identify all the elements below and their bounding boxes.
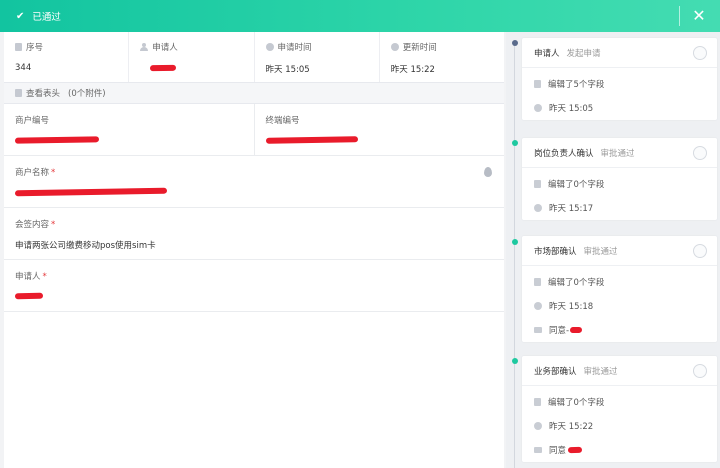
timeline-line (514, 42, 515, 468)
step-status: 审批通过 (583, 366, 618, 377)
sign-content-row: 会签内容 * 申请两张公司缴费移动pos使用sim卡 (4, 208, 504, 260)
applicant-value (140, 63, 242, 75)
document-icon (534, 180, 541, 188)
close-icon[interactable]: ✕ (690, 6, 708, 26)
merchant-no-label: 商户编号 (15, 116, 50, 126)
applicant-cell: 申请人 (129, 32, 255, 82)
clock-icon (534, 104, 542, 112)
document-icon (534, 278, 541, 286)
redaction-mark (570, 326, 583, 334)
step-time: 昨天 15:22 (549, 422, 594, 432)
clock-icon (534, 204, 542, 212)
form-panel: 序号 344 申请人 申请时间 昨天 15:05 更新时间 昨天 15:22 查… (4, 32, 504, 468)
document-icon (15, 43, 22, 51)
serial-value: 344 (15, 63, 32, 73)
required-mark: * (51, 220, 56, 230)
avatar[interactable] (693, 244, 707, 258)
step-comment: 同意- (549, 326, 570, 336)
step-name: 市场部确认 (534, 246, 577, 257)
update-time-cell: 更新时间 昨天 15:22 (380, 32, 504, 82)
avatar[interactable] (693, 46, 707, 60)
attachment-count: (0个附件) (68, 89, 106, 99)
sign-content-label: 会签内容 (15, 220, 50, 230)
applicant-row: 申请人 * (4, 260, 504, 312)
required-mark: * (42, 272, 47, 282)
merchant-no-value (14, 135, 243, 147)
redaction-mark (567, 446, 583, 454)
applicant-field-label: 申请人 (15, 272, 41, 282)
serial-cell: 序号 344 (4, 32, 130, 82)
update-time-value: 昨天 15:22 (390, 65, 435, 75)
step-status: 审批通过 (583, 246, 618, 257)
document-icon (15, 89, 22, 97)
clock-icon (265, 43, 274, 51)
timeline-dot (512, 140, 518, 146)
step-time: 昨天 15:18 (549, 302, 594, 312)
status-title: 已通过 (32, 12, 61, 23)
terminal-no-value (265, 135, 494, 147)
merchant-name-label: 商户名称 (15, 168, 50, 178)
status-header: ✔ 已通过 ✕ (0, 0, 720, 32)
step-time: 昨天 15:17 (549, 204, 594, 214)
step-name: 申请人 (534, 48, 560, 59)
redaction-mark (14, 187, 168, 196)
redaction-mark (14, 135, 100, 144)
timeline-dot (512, 40, 518, 46)
redaction-mark (150, 64, 177, 71)
merchant-name-row: 商户名称 * (4, 156, 504, 208)
required-mark: * (51, 168, 56, 178)
step-name: 业务部确认 (534, 366, 577, 377)
edited-fields: 编辑了0个字段 (548, 278, 605, 288)
edited-fields: 编辑了0个字段 (548, 398, 605, 408)
avatar[interactable] (693, 146, 707, 160)
terminal-no-label: 终端编号 (265, 116, 300, 126)
user-icon (140, 43, 149, 51)
apply-time-label: 申请时间 (277, 43, 312, 53)
timeline-card: 业务部确认 审批通过 编辑了0个字段 昨天 15:22 同意 (522, 356, 717, 462)
clock-icon (534, 302, 542, 310)
timeline-dot (512, 358, 518, 364)
avatar[interactable] (693, 364, 707, 378)
apply-time-value: 昨天 15:05 (265, 65, 310, 75)
meta-info-row: 序号 344 申请人 申请时间 昨天 15:05 更新时间 昨天 15:22 (4, 32, 504, 83)
water-drop-icon (484, 167, 492, 177)
redaction-mark (265, 135, 358, 144)
apply-time-cell: 申请时间 昨天 15:05 (255, 32, 380, 82)
timeline-card: 申请人 发起申请 编辑了5个字段 昨天 15:05 (522, 38, 717, 120)
header-divider (679, 6, 680, 26)
step-comment: 同意 (549, 446, 567, 456)
comment-icon (534, 327, 542, 333)
serial-label: 序号 (26, 43, 44, 53)
timeline-card: 市场部确认 审批通过 编辑了0个字段 昨天 15:18 同意- (522, 236, 717, 342)
sign-content-value: 申请两张公司缴费移动pos使用sim卡 (15, 241, 156, 251)
terminal-no-field: 终端编号 (253, 104, 505, 155)
clock-icon (390, 43, 399, 51)
clock-icon (534, 422, 542, 430)
step-time: 昨天 15:05 (549, 104, 594, 114)
merchant-no-field: 商户编号 (4, 104, 254, 155)
merchant-name-value (14, 187, 493, 199)
step-status: 发起申请 (566, 48, 601, 59)
comment-icon (534, 447, 542, 453)
attachment-label[interactable]: 查看表头 (26, 87, 60, 99)
document-icon (534, 398, 541, 406)
timeline-card: 岗位负责人确认 审批通过 编辑了0个字段 昨天 15:17 (522, 138, 717, 220)
merchant-name-field: 商户名称 * (4, 156, 504, 207)
timeline-dot (512, 239, 518, 245)
applicant-field: 申请人 * (4, 260, 504, 311)
applicant-label: 申请人 (152, 43, 178, 53)
attachment-bar[interactable]: 查看表头 (0个附件) (4, 83, 504, 104)
redaction-mark (14, 292, 44, 299)
approval-timeline: 申请人 发起申请 编辑了5个字段 昨天 15:05 岗位负责人确认 审批通过 编… (506, 32, 720, 468)
sign-content-field: 会签内容 * 申请两张公司缴费移动pos使用sim卡 (4, 208, 504, 259)
edited-fields: 编辑了0个字段 (548, 180, 605, 190)
step-status: 审批通过 (600, 148, 635, 159)
update-time-label: 更新时间 (402, 43, 437, 53)
step-name: 岗位负责人确认 (534, 148, 594, 159)
merchant-terminal-row: 商户编号 终端编号 (4, 104, 504, 156)
check-icon: ✔ (16, 10, 25, 22)
document-icon (534, 80, 541, 88)
applicant-field-value (14, 291, 493, 303)
edited-fields: 编辑了5个字段 (548, 80, 605, 90)
